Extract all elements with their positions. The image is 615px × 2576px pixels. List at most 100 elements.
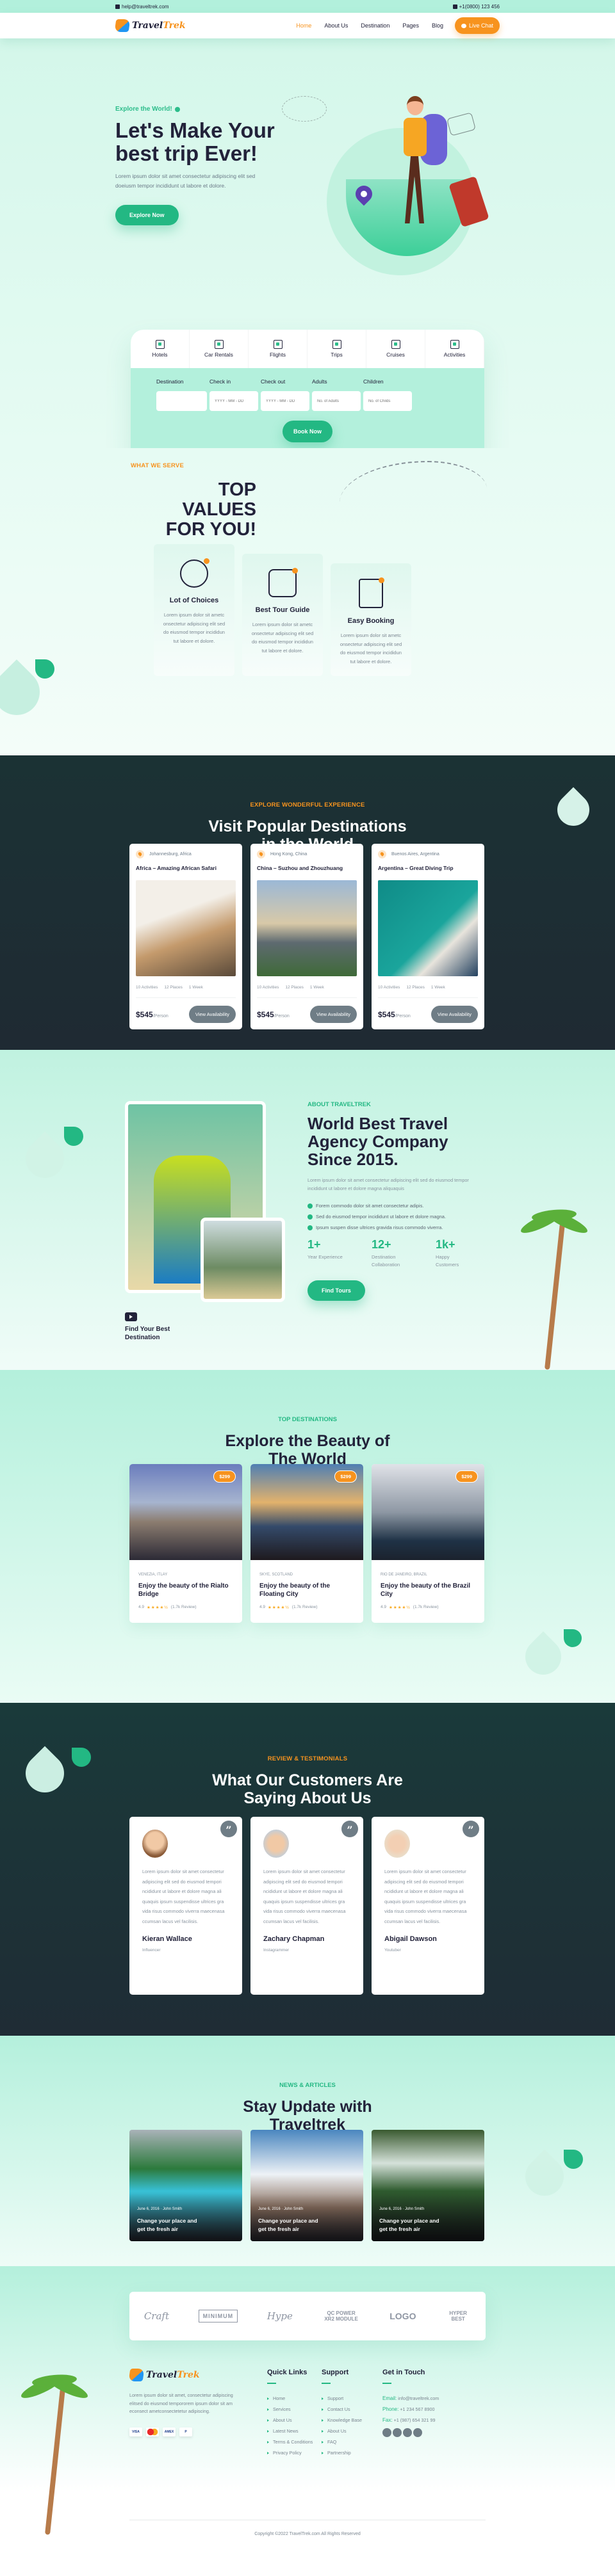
tab-cruises[interactable]: Cruises [366, 330, 425, 368]
logo[interactable]: Travel Trek [114, 19, 186, 32]
location-pin-icon [257, 850, 265, 858]
copyright: Copyright ©2022 TravelTrek.com All Right… [129, 2520, 486, 2536]
leaf-decoration [564, 2150, 583, 2169]
nav-item-about[interactable]: About Us [324, 22, 348, 29]
contact-email[interactable]: help@traveltrek.com [115, 4, 168, 10]
rating: 4.9 ★★★★½ (1.7k Review) [259, 1605, 318, 1610]
tour-card[interactable]: $299 SKYE, SCOTLAND Enjoy the beauty of t… [250, 1464, 363, 1623]
tab-hotels[interactable]: Hotels [131, 330, 190, 368]
footer-link[interactable]: Knowledge Base [322, 2417, 382, 2423]
testimonials-section: REVIEW & TESTIMONIALS What Our Customers… [0, 1703, 615, 2036]
footer-link[interactable]: Contact Us [322, 2406, 382, 2412]
tab-car-rentals[interactable]: Car Rentals [190, 330, 249, 368]
topdest-eyebrow: TOP DESTINATIONS [278, 1416, 337, 1423]
explore-now-button[interactable]: Explore Now [115, 205, 179, 225]
couple-photo [201, 1218, 285, 1302]
footer-link[interactable]: Support [322, 2395, 382, 2401]
footer-link[interactable]: FAQ [322, 2439, 382, 2445]
brand-logo: HYPER BEST [449, 2310, 467, 2322]
top-destinations-section: TOP DESTINATIONS Explore the Beauty of Th… [0, 1370, 615, 1703]
globe-icon [174, 106, 180, 112]
tour-card[interactable]: $299 RIO DE JANEIRO, BRAZIL Enjoy the bea… [372, 1464, 484, 1623]
check-out-input[interactable] [261, 391, 309, 411]
chat-icon [461, 23, 466, 28]
check-in-input[interactable] [209, 391, 258, 411]
article-card[interactable]: June 6, 2016 · John Smith Change your pla… [250, 2130, 363, 2241]
booking-search-box: Hotels Car Rentals Flights Trips Cruises… [131, 330, 484, 448]
footer-link[interactable]: Services [267, 2406, 322, 2412]
article-card[interactable]: June 6, 2016 · John Smith Change your pla… [129, 2130, 242, 2241]
footer-link[interactable]: Home [267, 2395, 322, 2401]
christ-statue-photo: $299 [372, 1464, 484, 1560]
brand-logo: LOGO [390, 2311, 416, 2321]
destination-card-title[interactable]: Africa – Amazing African Safari [136, 865, 236, 871]
passport-icon [359, 577, 384, 608]
destination-card: Johannesburg, Africa Africa – Amazing Af… [129, 844, 242, 1029]
twitter-icon[interactable] [393, 2428, 402, 2437]
facebook-icon[interactable] [382, 2428, 391, 2437]
support-heading: Support [322, 2369, 349, 2376]
nav-item-pages[interactable]: Pages [402, 22, 419, 29]
footer-link[interactable]: Latest News [267, 2428, 322, 2434]
view-availability-button[interactable]: View Availability [309, 1006, 357, 1023]
check-circle-icon [308, 1214, 313, 1220]
traveler-illustration [397, 96, 447, 237]
ship-icon [391, 340, 400, 349]
article-card[interactable]: June 6, 2016 · John Smith Change your pla… [372, 2130, 484, 2241]
tab-flights[interactable]: Flights [249, 330, 308, 368]
price-badge: $299 [334, 1470, 357, 1483]
places-count: 12 Places [285, 985, 304, 990]
values-section: WHAT WE SERVE TOP VALUES FOR YOU! Lot of … [0, 448, 615, 755]
footer-link[interactable]: About Us [322, 2428, 382, 2434]
location-pin-icon [378, 850, 386, 858]
social-links [382, 2428, 466, 2437]
destination-card-title[interactable]: China – Suzhou and Zhouzhuang [257, 865, 357, 871]
live-chat-button[interactable]: Live Chat [454, 17, 500, 34]
safari-photo [136, 880, 236, 976]
nav-item-home[interactable]: Home [296, 22, 311, 29]
value-card: Best Tour Guide Lorem ipsum dolor sit ame… [242, 554, 323, 676]
check-item: Sed do eiusmod tempor incididunt ut labo… [308, 1214, 474, 1220]
view-availability-button[interactable]: View Availability [430, 1006, 478, 1023]
news-section: NEWS & ARTICLES Stay Update with Traveltr… [0, 2036, 615, 2266]
quote-icon: ” [463, 1821, 479, 1837]
pinterest-icon[interactable] [413, 2428, 422, 2437]
footer-link[interactable]: Partnership [322, 2450, 382, 2456]
about-title: World Best Travel Agency Company Since 201… [308, 1114, 448, 1169]
footer-link[interactable]: Privacy Policy [267, 2450, 322, 2456]
nav-item-blog[interactable]: Blog [432, 22, 443, 29]
testimonial-card: ” Lorem ipsum dolor sit amet consectetur … [129, 1817, 242, 1995]
book-now-button[interactable]: Book Now [283, 421, 332, 442]
children-label: Children [363, 378, 384, 385]
footer-link[interactable]: Terms & Conditions [267, 2439, 322, 2445]
footer-logo[interactable]: Travel Trek [128, 2369, 267, 2381]
quote-icon: ” [341, 1821, 358, 1837]
destination-label: Destination [156, 378, 184, 385]
tour-card[interactable]: $299 VENEZIA, ITLAY Enjoy the beauty of t… [129, 1464, 242, 1623]
destination-card-title[interactable]: Argentina – Great Diving Trip [378, 865, 478, 871]
rating: 4.9 ★★★★½ (1.7k Review) [138, 1605, 197, 1610]
play-video-icon[interactable] [125, 1312, 137, 1321]
rating: 4.9 ★★★★½ (1.7k Review) [381, 1605, 439, 1610]
paypal-icon: P [179, 2427, 192, 2436]
tab-trips[interactable]: Trips [308, 330, 366, 368]
adults-input[interactable] [312, 391, 361, 411]
nav-item-destination[interactable]: Destination [361, 22, 390, 29]
check-circle-icon [308, 1203, 313, 1209]
value-card: Lot of Choices Lorem ipsum dolor sit amet… [154, 544, 234, 676]
video-caption: Find Your Best Destination [125, 1326, 170, 1341]
travel-route-doodle-icon [340, 461, 487, 531]
find-tours-button[interactable]: Find Tours [308, 1280, 365, 1301]
footer-link[interactable]: About Us [267, 2417, 322, 2423]
contact-phone[interactable]: +1(0800) 123 456 [452, 4, 500, 10]
city-photo [257, 880, 357, 976]
restaurant-icon [450, 340, 459, 349]
leaf-decoration [35, 659, 54, 679]
quick-links-heading: Quick Links [267, 2369, 308, 2376]
tab-activities[interactable]: Activities [425, 330, 484, 368]
phone-icon [452, 4, 457, 9]
destination-input[interactable] [156, 391, 207, 411]
children-input[interactable] [363, 391, 412, 411]
view-availability-button[interactable]: View Availability [188, 1006, 236, 1023]
linkedin-icon[interactable] [403, 2428, 412, 2437]
